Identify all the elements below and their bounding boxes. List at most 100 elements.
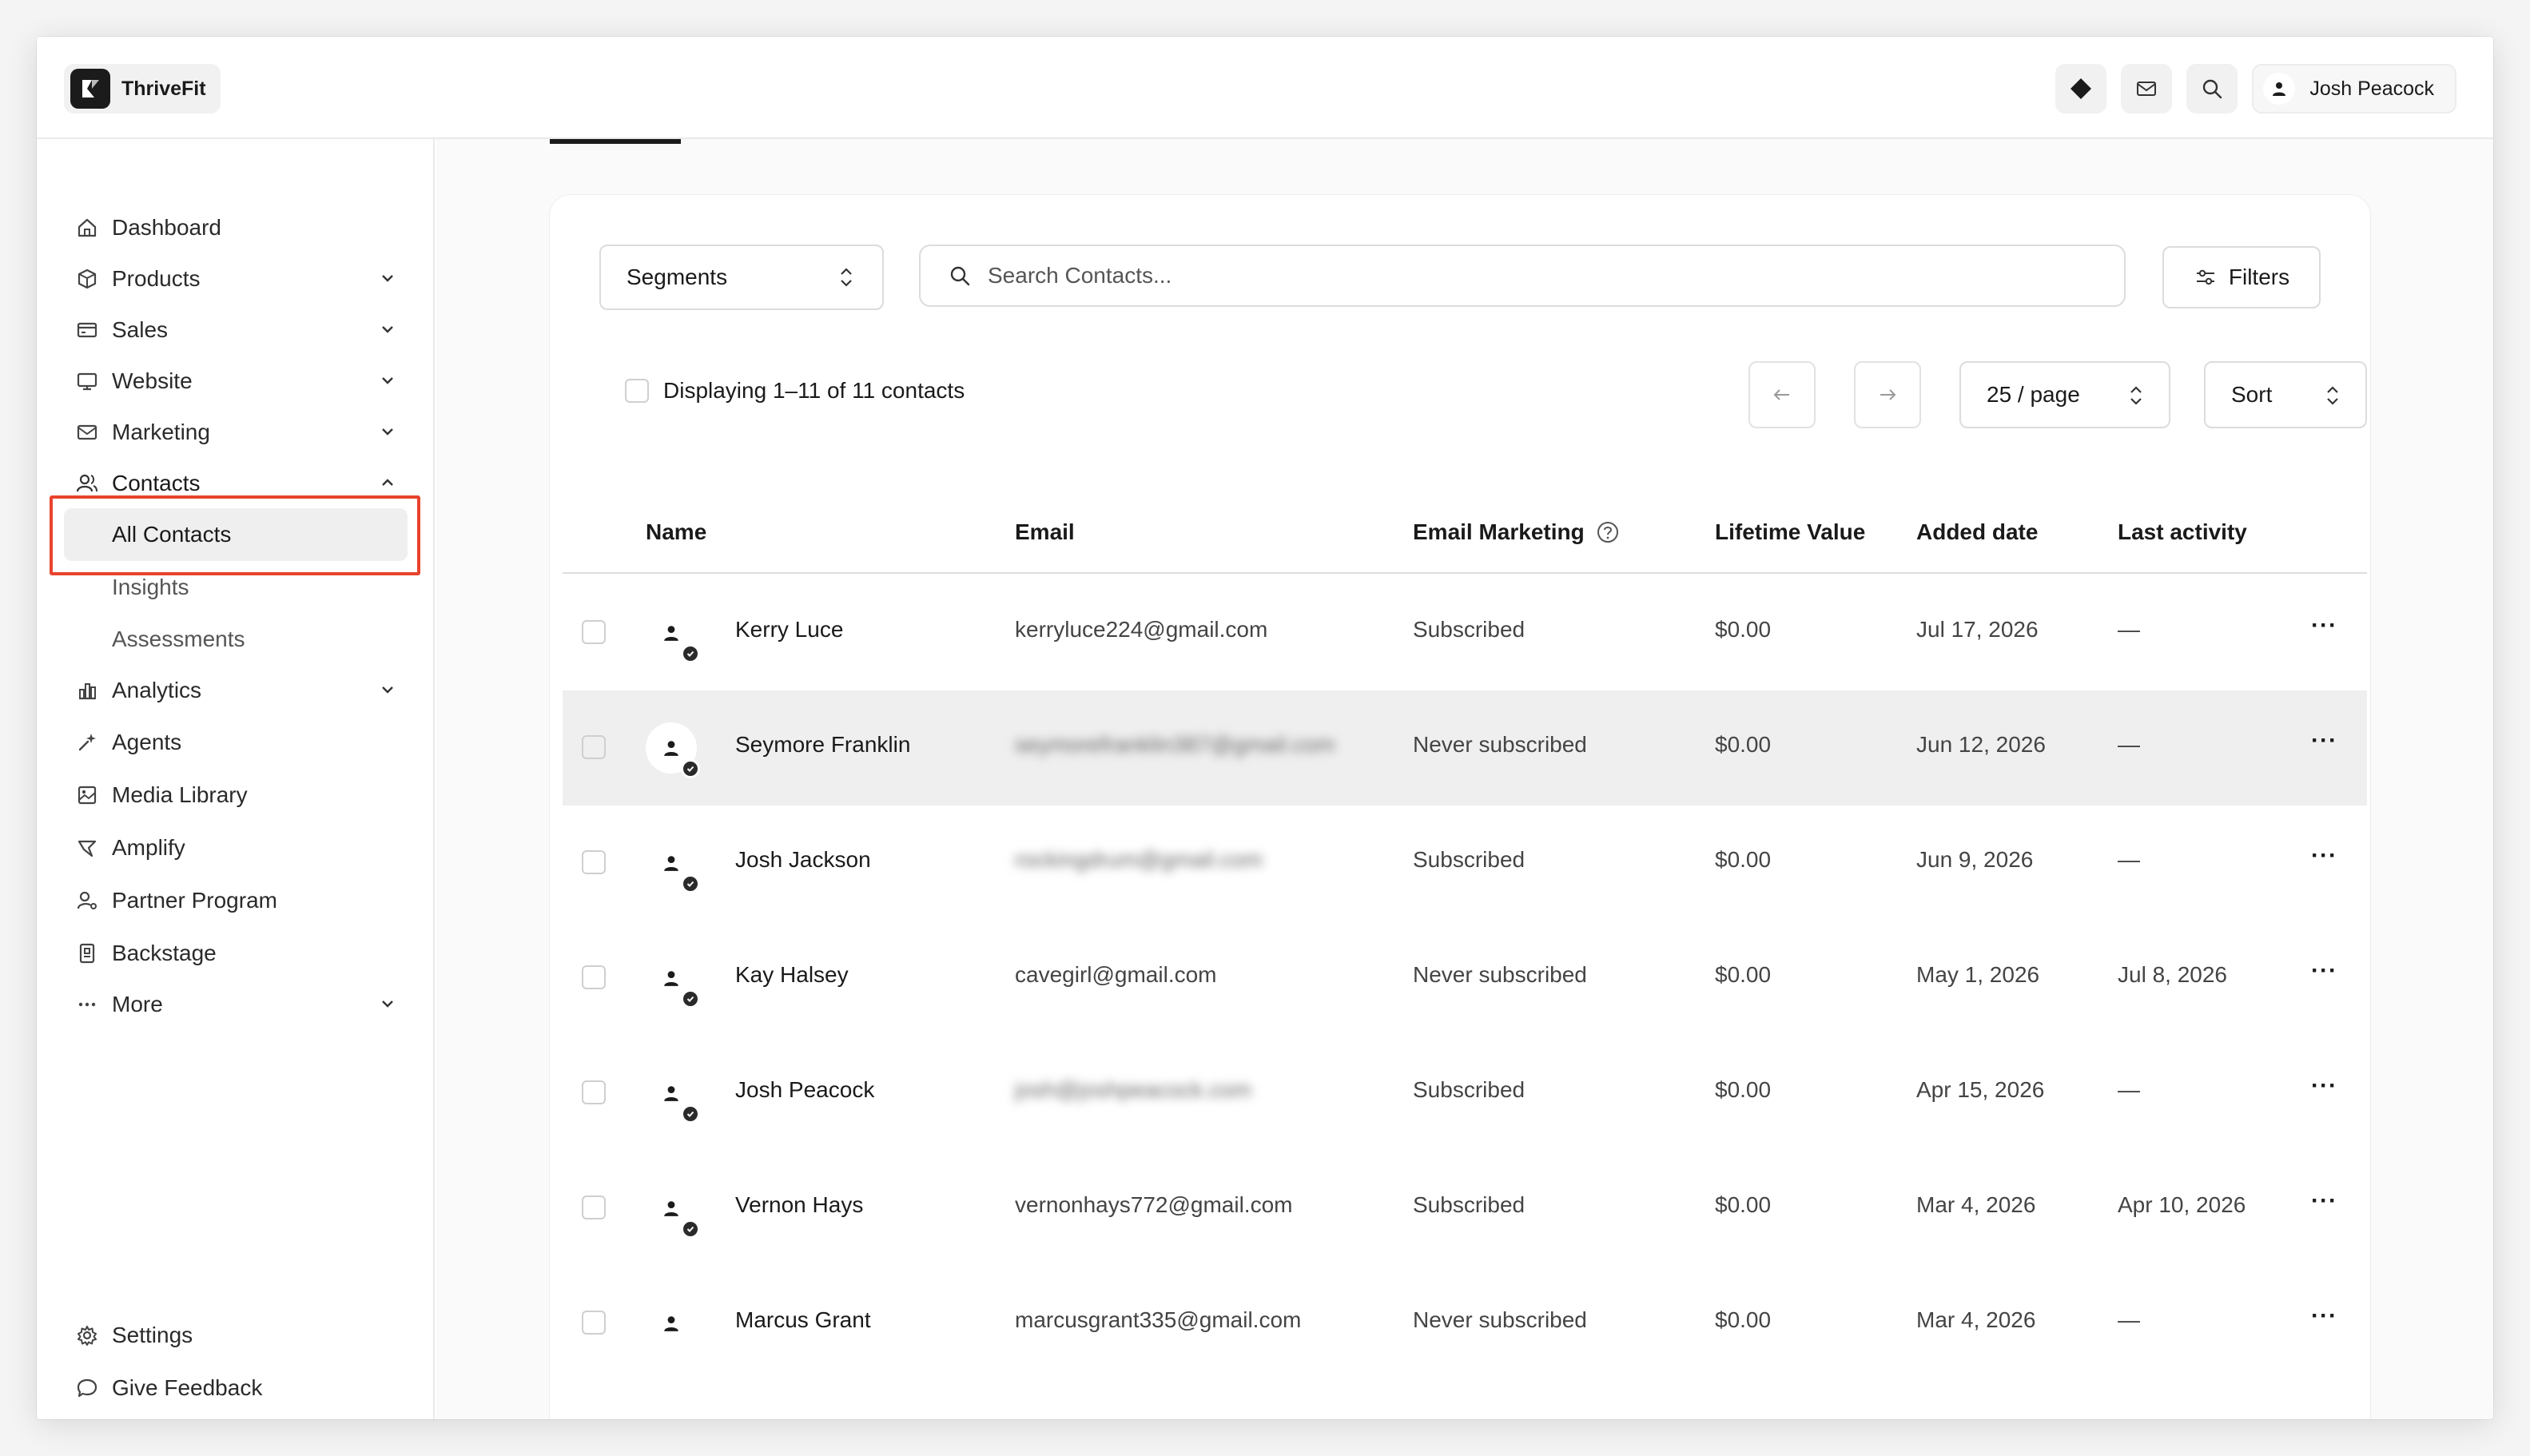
row-checkbox[interactable] <box>582 965 606 989</box>
row-checkbox[interactable] <box>582 620 606 644</box>
column-header-added-date[interactable]: Added date <box>1916 519 2038 545</box>
search-field[interactable] <box>919 245 2126 307</box>
sidebar-item-marketing[interactable]: Marketing <box>74 410 404 455</box>
row-actions-menu[interactable]: ··· <box>2311 1072 2337 1100</box>
contact-name[interactable]: Kerry Luce <box>735 617 843 642</box>
select-all-checkbox[interactable] <box>625 379 649 403</box>
column-header-name[interactable]: Name <box>646 519 706 545</box>
arrow-left-icon <box>1773 389 1789 400</box>
inbox-button[interactable] <box>2121 64 2173 113</box>
chevron-down-icon <box>382 686 393 694</box>
sidebar-item-contacts[interactable]: Contacts <box>74 461 404 506</box>
sidebar-item-agents[interactable]: Agents <box>74 720 404 765</box>
diamond-button[interactable] <box>2055 64 2107 113</box>
row-checkbox[interactable] <box>582 1311 606 1335</box>
home-icon <box>74 214 101 241</box>
contact-name[interactable]: Josh Jackson <box>735 847 871 873</box>
per-page-select[interactable]: 25 / page <box>1959 361 2170 428</box>
contact-name[interactable]: Josh Peacock <box>735 1077 874 1103</box>
chevron-down-icon <box>382 1001 393 1008</box>
lifetime-value: $0.00 <box>1715 1077 1772 1102</box>
column-header-lifetime-value[interactable]: Lifetime Value <box>1715 519 1865 545</box>
chevron-down-icon <box>382 326 393 333</box>
table-row[interactable]: Josh Jackson rockingdrum@gmail.com Subscri… <box>563 806 2367 921</box>
column-header-email-marketing[interactable]: Email Marketing <box>1413 519 1620 545</box>
sidebar-item-give-feedback[interactable]: Give Feedback <box>74 1366 404 1410</box>
next-page-button[interactable] <box>1854 361 1921 428</box>
row-actions-menu[interactable]: ··· <box>2311 957 2337 985</box>
diamond-icon <box>2071 78 2092 99</box>
lifetime-value: $0.00 <box>1715 847 1772 872</box>
table-row[interactable]: Seymore Franklin seymorefranklin387@gmail… <box>563 690 2367 806</box>
sidebar-item-dashboard[interactable]: Dashboard <box>74 205 404 250</box>
row-actions-menu[interactable]: ··· <box>2311 1187 2337 1215</box>
prev-page-button[interactable] <box>1748 361 1816 428</box>
column-header-last-activity[interactable]: Last activity <box>2118 519 2247 545</box>
sidebar-item-settings[interactable]: Settings <box>74 1313 404 1358</box>
sidebar-item-sales[interactable]: Sales <box>74 308 404 352</box>
table-row[interactable]: Kerry Luce kerryluce224@gmail.com Subscrib… <box>563 575 2367 690</box>
sidebar-item-partner-program[interactable]: Partner Program <box>74 878 404 923</box>
contact-email: josh@joshpeacock.com <box>1015 1077 1252 1102</box>
search-button[interactable] <box>2186 64 2238 113</box>
sidebar-subitem-all-contacts[interactable]: All Contacts <box>64 508 408 561</box>
row-actions-menu[interactable]: ··· <box>2311 612 2337 639</box>
sidebar-subitem-assessments[interactable]: Assessments <box>112 617 245 662</box>
chevron-down-icon <box>382 275 393 282</box>
sidebar-subitem-insights[interactable]: Insights <box>112 565 189 610</box>
row-checkbox[interactable] <box>582 1195 606 1219</box>
contacts-card: Segments Filters Displaying 1–11 of 11 c… <box>550 195 2370 1419</box>
table-row[interactable]: Marcus Grant marcusgrant335@gmail.com Neve… <box>563 1266 2367 1381</box>
sidebar-item-website[interactable]: Website <box>74 359 404 404</box>
last-activity: — <box>2118 847 2140 872</box>
brand-switcher[interactable]: ThriveFit <box>64 64 221 113</box>
email-marketing-status: Subscribed <box>1413 617 1526 642</box>
sidebar-item-products[interactable]: Products <box>74 257 404 301</box>
sidebar-item-label: Agents <box>112 730 182 754</box>
help-circle-icon[interactable] <box>1596 520 1620 544</box>
top-actions: Josh Peacock <box>2055 64 2456 113</box>
added-date: Mar 4, 2026 <box>1916 1192 2036 1217</box>
table-row[interactable]: Vernon Hays vernonhays772@gmail.com Subscr… <box>563 1151 2367 1266</box>
email-marketing-status: Subscribed <box>1413 1192 1526 1217</box>
row-checkbox[interactable] <box>582 735 606 759</box>
contact-name[interactable]: Kay Halsey <box>735 962 849 988</box>
brand-name: ThriveFit <box>121 77 206 100</box>
sort-select[interactable]: Sort <box>2204 361 2367 428</box>
segments-select[interactable]: Segments <box>599 245 884 310</box>
last-activity: — <box>2118 1307 2140 1332</box>
added-date: Jun 9, 2026 <box>1916 847 2034 872</box>
contact-name[interactable]: Marcus Grant <box>735 1307 871 1333</box>
lifetime-value: $0.00 <box>1715 1192 1772 1217</box>
sidebar-item-label: Sales <box>112 317 169 342</box>
filters-label: Filters <box>2228 265 2290 289</box>
user-menu-button[interactable]: Josh Peacock <box>2252 64 2456 113</box>
table-row[interactable]: Josh Peacock josh@joshpeacock.com Subscrib… <box>563 1036 2367 1151</box>
display-summary: Displaying 1–11 of 11 contacts <box>625 378 965 403</box>
search-input[interactable] <box>988 263 2027 288</box>
table-row[interactable]: Janeе Halstjaneehalst889@gmail.comNever … <box>563 1381 2367 1419</box>
contact-name[interactable]: Vernon Hays <box>735 1192 863 1218</box>
person-icon <box>664 1316 678 1331</box>
sidebar-item-backstage[interactable]: Backstage <box>74 931 404 976</box>
filters-button[interactable]: Filters <box>2162 246 2321 308</box>
row-checkbox[interactable] <box>582 1080 606 1104</box>
row-actions-menu[interactable]: ··· <box>2311 1303 2337 1330</box>
sliders-icon <box>2196 269 2214 285</box>
sidebar-item-amplify[interactable]: Amplify <box>74 825 404 870</box>
person-icon <box>664 1201 678 1216</box>
column-header-email[interactable]: Email <box>1015 519 1075 545</box>
row-checkbox[interactable] <box>582 850 606 874</box>
added-date: May 1, 2026 <box>1916 962 2040 987</box>
email-marketing-status: Never subscribed <box>1413 1307 1587 1332</box>
sidebar-item-more[interactable]: More <box>74 982 404 1027</box>
contact-name[interactable]: Seymore Franklin <box>735 732 910 758</box>
sidebar-item-media-library[interactable]: Media Library <box>74 773 404 818</box>
person-icon <box>664 856 678 871</box>
sidebar-item-analytics[interactable]: Analytics <box>74 668 404 713</box>
table-row[interactable]: Kay Halsey cavegirl@gmail.com Never subscr… <box>563 921 2367 1036</box>
row-actions-menu[interactable]: ··· <box>2311 1418 2337 1419</box>
row-actions-menu[interactable]: ··· <box>2311 727 2337 754</box>
row-actions-menu[interactable]: ··· <box>2311 842 2337 869</box>
search-icon <box>2203 79 2222 99</box>
